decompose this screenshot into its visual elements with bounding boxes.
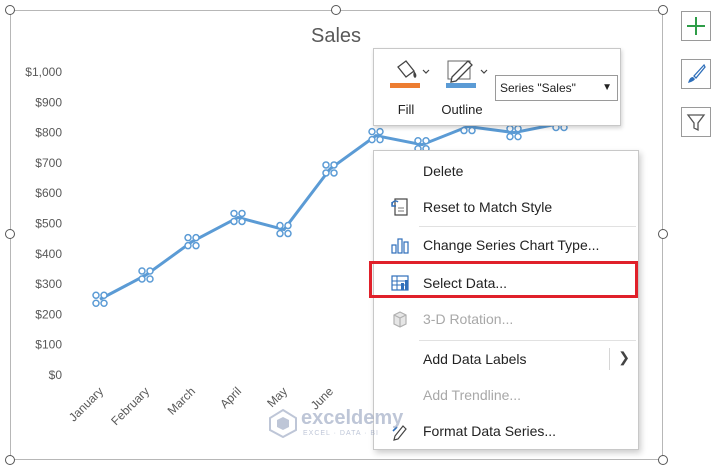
chevron-right-icon: ❯ — [618, 349, 630, 365]
point-handle — [92, 291, 100, 299]
chart-filters-button[interactable] — [681, 107, 711, 137]
series-selector-value: Series "Sales" — [500, 81, 576, 95]
point-handle — [460, 126, 468, 135]
point-handle — [146, 275, 154, 283]
point-handle — [414, 136, 422, 145]
menu-item-label: Reset to Match Style — [423, 199, 553, 215]
point-handle — [276, 221, 284, 230]
menu-item-3d-rotation: 3-D Rotation... — [374, 301, 640, 337]
y-tick-label: $1,000 — [25, 65, 62, 79]
point-handle — [330, 161, 338, 169]
y-tick-label: $0 — [49, 368, 63, 382]
point-handle — [138, 275, 146, 283]
point-handle — [514, 124, 522, 133]
filter-icon — [686, 114, 706, 132]
point-handle — [100, 291, 108, 299]
submenu-divider — [609, 348, 610, 370]
point-handle — [192, 241, 200, 250]
point-handle — [422, 136, 430, 145]
menu-item-label: Add Trendline... — [423, 387, 522, 403]
resize-handle-top-left[interactable] — [5, 5, 15, 15]
point-handle — [230, 217, 238, 226]
pencil-icon — [446, 60, 488, 88]
point-handle — [276, 229, 284, 238]
point-handle — [368, 127, 376, 136]
x-tick-label: February — [108, 384, 152, 428]
series-selector[interactable]: Series "Sales" ▼ — [495, 75, 618, 101]
fill-button[interactable]: Fill — [376, 55, 436, 121]
point-handle — [92, 299, 100, 307]
y-tick-label: $600 — [35, 186, 62, 200]
point-handle — [284, 221, 292, 230]
point-handle — [284, 229, 292, 238]
resize-handle-top-right[interactable] — [658, 5, 668, 15]
outline-button[interactable]: Outline — [432, 55, 492, 121]
rotation-3d-icon — [389, 308, 411, 330]
format-mini-toolbar: Fill Outline Series "Sales" ▼ — [373, 48, 621, 126]
plus-icon — [687, 17, 705, 35]
y-tick-label: $400 — [35, 247, 62, 261]
format-series-icon — [389, 420, 411, 442]
menu-item-format-data-series[interactable]: Format Data Series... — [374, 413, 640, 449]
y-tick-label: $200 — [35, 307, 62, 321]
menu-item-delete[interactable]: Delete — [374, 153, 640, 189]
menu-item-change-series-chart-type[interactable]: Change Series Chart Type... — [374, 227, 640, 263]
y-tick-label: $300 — [35, 277, 62, 291]
fill-label: Fill — [397, 102, 415, 117]
x-tick-label: January — [66, 384, 106, 424]
y-tick-label: $900 — [35, 95, 62, 109]
resize-handle-bottom-right[interactable] — [658, 455, 668, 465]
point-handle — [238, 209, 246, 218]
y-tick-label: $100 — [35, 338, 62, 352]
point-handle — [506, 132, 514, 141]
y-tick-label: $800 — [35, 126, 62, 140]
reset-icon — [389, 196, 411, 218]
menu-item-label: Delete — [423, 163, 464, 179]
point-handle — [330, 169, 338, 177]
point-handle — [192, 233, 200, 242]
point-handle — [468, 126, 476, 135]
point-handle — [184, 233, 192, 242]
point-handle — [146, 267, 154, 275]
brush-icon — [688, 63, 706, 83]
point-handle — [138, 267, 146, 275]
paint-bucket-icon — [390, 60, 430, 88]
chart-type-icon — [389, 234, 411, 256]
outline-label: Outline — [441, 102, 483, 117]
context-menu: Delete Reset to Match Style Change Serie… — [373, 150, 639, 450]
y-tick-label: $700 — [35, 156, 62, 170]
chart-elements-button[interactable] — [681, 11, 711, 41]
point-handle — [322, 161, 330, 169]
chart-title[interactable]: Sales — [311, 25, 361, 47]
resize-handle-middle-right[interactable] — [658, 229, 668, 239]
point-handle — [322, 169, 330, 177]
point-handle — [368, 135, 376, 144]
resize-handle-bottom-left[interactable] — [5, 455, 15, 465]
menu-item-label: Change Series Chart Type... — [423, 237, 600, 253]
point-handle — [376, 127, 384, 136]
point-handle — [238, 217, 246, 226]
point-handle — [376, 135, 384, 144]
menu-item-add-data-labels[interactable]: Add Data Labels ❯ — [374, 341, 640, 377]
chart-styles-button[interactable] — [681, 59, 711, 89]
x-tick-label: March — [165, 384, 198, 417]
x-tick-label: May — [264, 384, 290, 410]
menu-item-label: Format Data Series... — [423, 423, 557, 439]
menu-item-label: 3-D Rotation... — [423, 311, 514, 327]
x-tick-label: June — [308, 384, 337, 413]
y-tick-label: $500 — [35, 217, 62, 231]
point-handle — [514, 132, 522, 141]
select-data-highlight — [369, 261, 638, 298]
chevron-down-icon: ▼ — [602, 82, 612, 93]
menu-item-add-trendline: Add Trendline... — [374, 377, 640, 413]
x-tick-label: April — [217, 384, 244, 411]
resize-handle-middle-left[interactable] — [5, 229, 15, 239]
point-handle — [100, 299, 108, 307]
point-handle — [184, 241, 192, 250]
point-handle — [506, 124, 514, 133]
resize-handle-top-middle[interactable] — [331, 5, 341, 15]
menu-item-reset-to-match-style[interactable]: Reset to Match Style — [374, 189, 640, 225]
point-handle — [230, 209, 238, 218]
menu-item-label: Add Data Labels — [423, 351, 527, 367]
